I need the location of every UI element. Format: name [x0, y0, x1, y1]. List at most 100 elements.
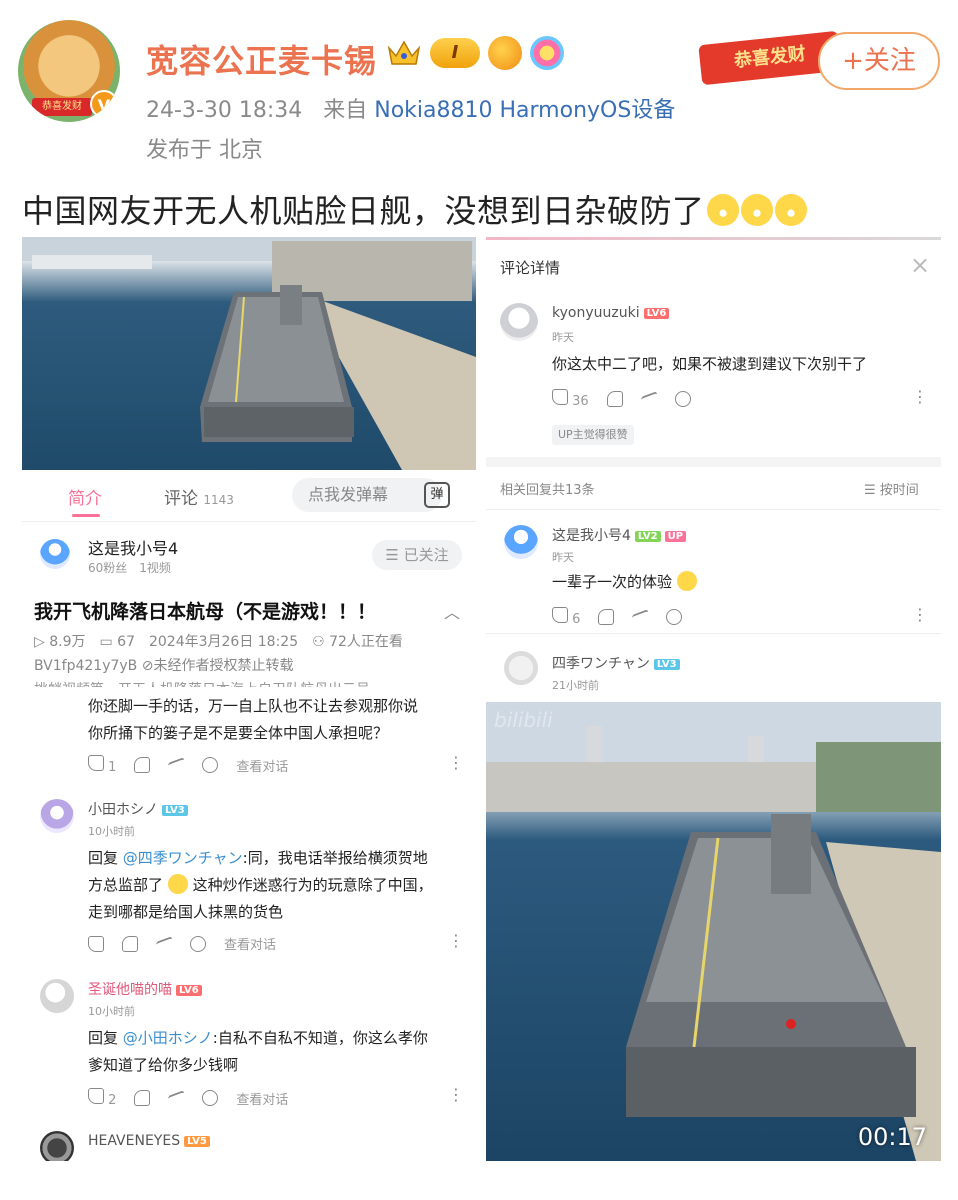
from-label: 来自 — [323, 98, 368, 123]
thumbs-down-icon[interactable] — [134, 1090, 151, 1106]
post-meta: 24-3-30 18:34 来自 Nokia8810 HarmonyOS设备 — [146, 92, 675, 124]
commenter-name[interactable]: HEAVENEYES LV5 — [88, 1133, 210, 1149]
share-icon[interactable] — [168, 757, 185, 773]
reply-icon[interactable] — [190, 935, 206, 952]
reply-icon[interactable] — [674, 391, 691, 407]
more-options-icon[interactable]: ⋮ — [448, 753, 464, 772]
uploader-name[interactable]: 这是我小号4 — [88, 535, 178, 559]
commenter-avatar[interactable] — [40, 1131, 74, 1161]
more-options-icon[interactable]: ⋮ — [448, 931, 464, 950]
comment-time: 21小时前 — [552, 679, 599, 692]
reply-icon[interactable] — [666, 609, 683, 625]
tab-comments[interactable]: 评论 1143 — [164, 484, 234, 509]
post-source-link[interactable]: Nokia8810 HarmonyOS设备 — [374, 98, 675, 123]
thumbs-down-icon[interactable] — [598, 609, 615, 625]
commenter-avatar[interactable] — [504, 525, 538, 559]
thumbs-up-icon — [88, 755, 104, 771]
top-border — [486, 237, 941, 240]
mention-link[interactable]: @小田ホシノ — [123, 1029, 213, 1047]
level-badge: LV3 — [653, 659, 680, 670]
bilibili-watermark: bilibili — [494, 708, 553, 732]
like-button[interactable]: 6 — [552, 607, 580, 627]
commenter-name-text: HEAVENEYES — [88, 1133, 181, 1149]
mention-link[interactable]: @四季ワンチャン — [123, 849, 243, 867]
thumbs-down-icon[interactable] — [134, 757, 151, 773]
tab-comments-label: 评论 — [164, 489, 198, 509]
comment-time: 10小时前 — [88, 825, 135, 838]
fish-medal-icon — [488, 36, 522, 70]
video-timestamp: 00:17 — [857, 1123, 927, 1151]
more-options-icon[interactable]: ⋮ — [912, 605, 928, 624]
share-icon[interactable] — [156, 935, 172, 952]
commenter-avatar[interactable] — [500, 303, 538, 341]
commenter-avatar[interactable] — [40, 799, 74, 833]
carrier-photo-left[interactable] — [22, 237, 476, 470]
carrier-illustration — [486, 702, 941, 1161]
uploader-stats: 60粉丝 1视频 — [88, 561, 171, 575]
danmaku-toggle-icon[interactable]: 弹 — [424, 482, 450, 508]
commenter-name-text: 这是我小号4 — [552, 528, 631, 544]
like-count: 1 — [108, 760, 117, 775]
comment-actions: 查看对话 — [88, 934, 276, 953]
carrier-illustration — [22, 237, 476, 470]
share-icon[interactable] — [632, 609, 649, 625]
thumbs-down-icon[interactable] — [606, 391, 623, 407]
danmaku-input[interactable]: 点我发弹幕 — [292, 478, 442, 512]
avatar[interactable]: 恭喜发财 V — [18, 20, 120, 122]
chevron-up-icon[interactable]: ︿ — [444, 599, 460, 623]
reply-icon[interactable] — [202, 757, 219, 773]
thumbs-down-icon[interactable] — [122, 935, 138, 952]
post-location: 发布于 北京 — [146, 138, 263, 163]
view-thread-link[interactable]: 查看对话 — [224, 934, 276, 953]
thumbs-up-icon — [552, 389, 568, 405]
commenter-name[interactable]: 四季ワンチャン LV3 — [552, 653, 680, 673]
commenter-name[interactable]: kyonyuuzuki LV6 — [552, 305, 670, 321]
post-text: 中国网友开无人机贴脸日舰，没想到日杂破防了 — [22, 186, 807, 232]
reply-icon[interactable] — [202, 1090, 219, 1106]
close-icon[interactable]: × — [910, 251, 930, 279]
carrier-video-right[interactable]: bilibili 00:17 — [486, 702, 941, 1161]
commenter-avatar[interactable] — [504, 651, 538, 685]
divider — [486, 509, 941, 510]
commenter-name[interactable]: 这是我小号4 LV2 UP — [552, 525, 687, 545]
view-thread-link[interactable]: 查看对话 — [236, 1089, 288, 1108]
crown-icon — [387, 40, 421, 65]
more-options-icon[interactable]: ⋮ — [448, 1085, 464, 1104]
more-options-icon[interactable]: ⋮ — [912, 387, 928, 406]
like-count: 6 — [572, 612, 581, 627]
uploader-avatar[interactable] — [40, 539, 70, 569]
view-thread-link[interactable]: 查看对话 — [236, 756, 288, 775]
post-body: 中国网友开无人机贴脸日舰，没想到日杂破防了 — [22, 192, 705, 230]
comment-time: 昨天 — [552, 331, 574, 344]
level-badge: LV5 — [184, 1136, 210, 1147]
commenter-name[interactable]: 圣诞他喵的喵 LV6 — [88, 979, 202, 999]
video-tabs: 简介 评论 1143 点我发弹幕 弹 — [22, 470, 476, 522]
reply-prefix: 回复 — [88, 849, 123, 867]
replies-count: 相关回复共13条 — [500, 483, 595, 498]
up-badge: UP — [664, 531, 687, 542]
commenter-name-text: 圣诞他喵的喵 — [88, 982, 172, 998]
like-count: 36 — [572, 394, 589, 409]
up-liked-tag: UP主觉得很赞 — [552, 425, 634, 445]
emoji-icon — [167, 874, 188, 894]
username[interactable]: 宽容公正麦卡锡 — [146, 36, 377, 82]
sort-by-time-button[interactable]: ☰ 按时间 — [864, 479, 919, 498]
comment-actions: 36 — [552, 389, 691, 409]
like-button[interactable]: 36 — [552, 389, 589, 409]
like-button[interactable]: 1 — [88, 755, 116, 775]
follow-button[interactable]: +关注 — [818, 32, 940, 90]
tab-intro[interactable]: 简介 — [68, 484, 102, 509]
like-button[interactable]: 2 — [88, 1088, 116, 1108]
followed-button[interactable]: ☰ 已关注 — [372, 540, 462, 570]
thumbs-up-icon[interactable] — [88, 935, 104, 952]
no-repost-notice: ⊘未经作者授权禁止转载 — [141, 658, 294, 674]
reply-prefix: 回复 — [88, 1029, 123, 1047]
laugh-cry-emoji-icon — [740, 194, 773, 226]
comment-text: 回复 @四季ワンチャン:同，我电话举报给横须贺地 方总监部了 这种炒作迷惑行为的… — [88, 845, 468, 926]
commenter-name[interactable]: 小田ホシノ LV3 — [88, 799, 188, 819]
commenter-avatar[interactable] — [40, 979, 74, 1013]
video-description-cut: 挑衅视频等，开无人机降落日本海上自卫队航母出云号 — [34, 679, 464, 687]
active-tab-indicator — [72, 514, 100, 517]
share-icon[interactable] — [168, 1090, 185, 1106]
share-icon[interactable] — [640, 391, 657, 407]
